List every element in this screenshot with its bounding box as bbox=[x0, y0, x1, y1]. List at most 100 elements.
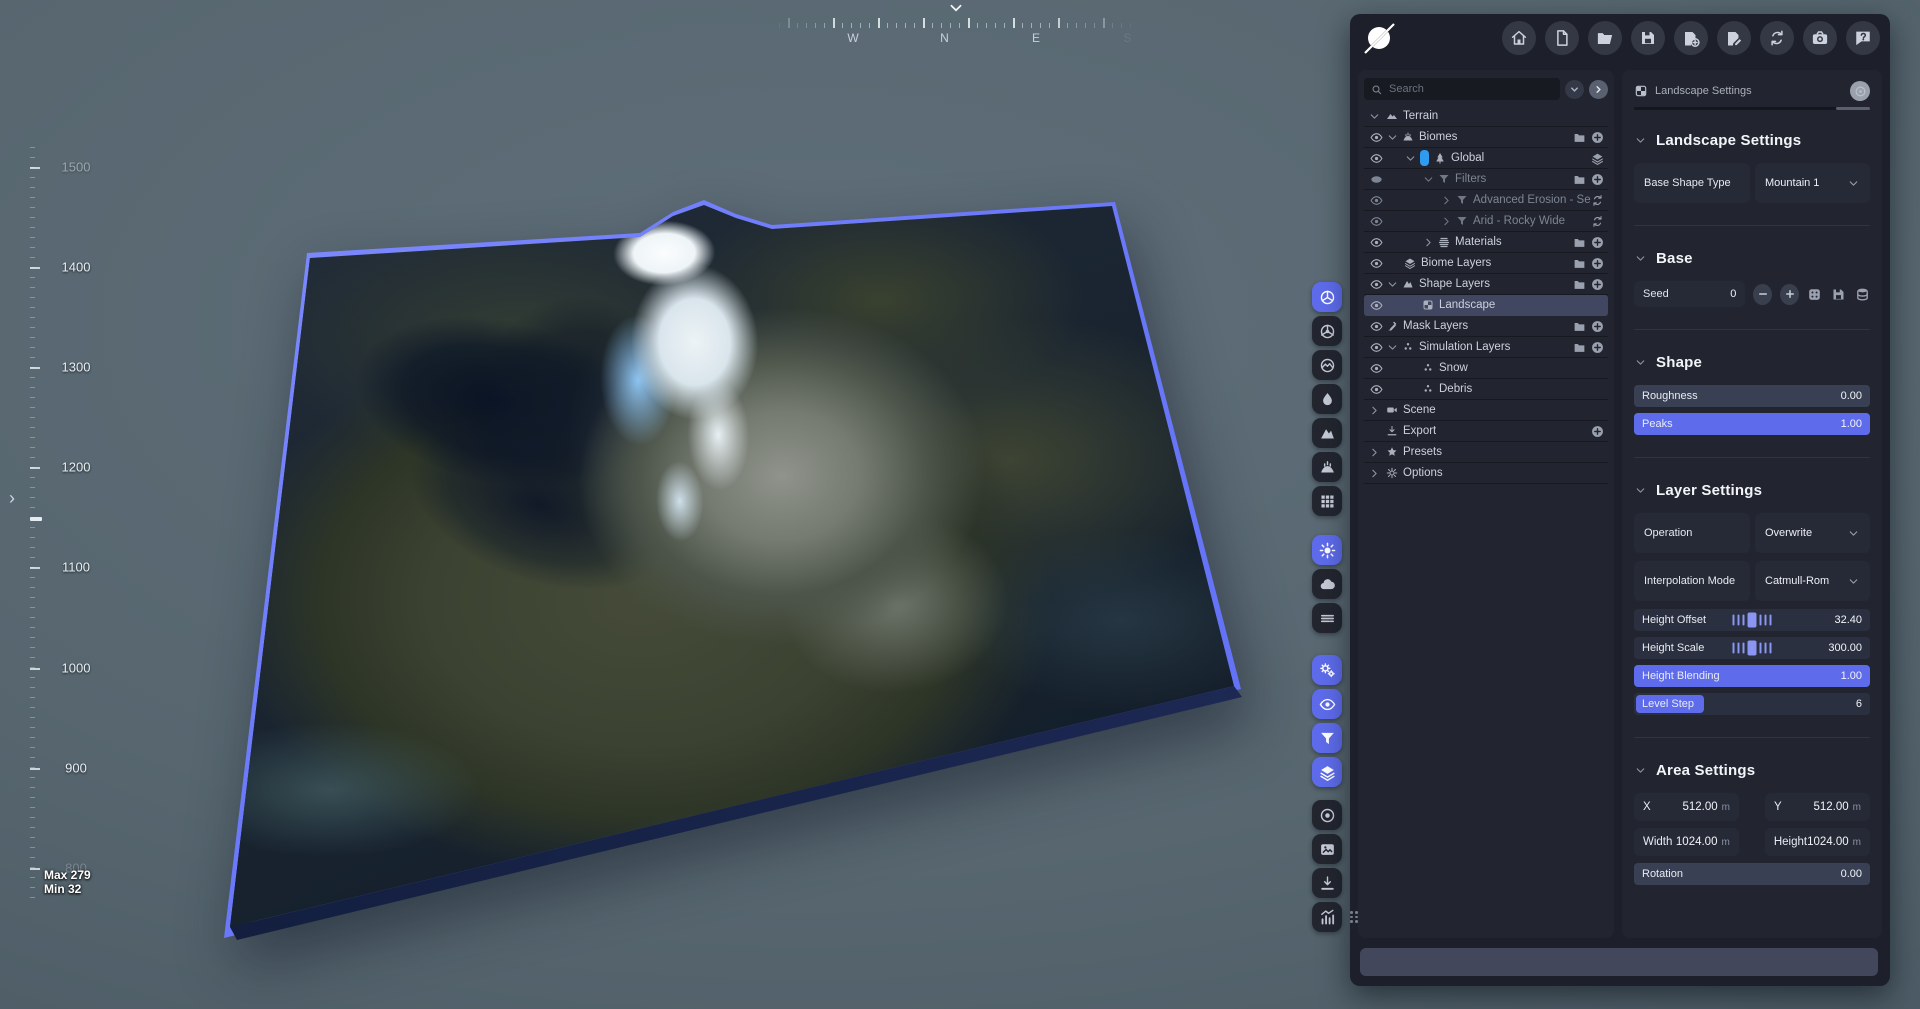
tree-item-arid-rocky-wide[interactable]: Arid - Rocky Wide bbox=[1364, 211, 1608, 232]
open-folder-button[interactable] bbox=[1588, 21, 1622, 55]
new-file-button[interactable] bbox=[1545, 21, 1579, 55]
folder-icon[interactable] bbox=[1573, 320, 1586, 333]
tree-item-biomes[interactable]: Biomes bbox=[1364, 127, 1608, 148]
expand-chevron-right-icon[interactable] bbox=[1368, 446, 1381, 459]
mountain-button[interactable] bbox=[1312, 418, 1342, 448]
panel-resize-handle[interactable] bbox=[1350, 903, 1358, 931]
visibility-eye-icon[interactable] bbox=[1370, 341, 1383, 354]
section-header[interactable]: Base bbox=[1634, 250, 1870, 267]
download-button[interactable] bbox=[1312, 868, 1342, 898]
sync-icon[interactable] bbox=[1591, 194, 1604, 207]
tree-item-terrain[interactable]: Terrain bbox=[1364, 106, 1608, 127]
visibility-eye-icon[interactable] bbox=[1370, 236, 1383, 249]
cloud-button[interactable] bbox=[1312, 569, 1342, 599]
seed-input[interactable]: Seed0 bbox=[1634, 281, 1745, 307]
photo-button[interactable] bbox=[1312, 834, 1342, 864]
folder-icon[interactable] bbox=[1573, 341, 1586, 354]
dice-icon[interactable] bbox=[1807, 287, 1822, 302]
help-button[interactable] bbox=[1846, 21, 1880, 55]
section-header[interactable]: Landscape Settings bbox=[1634, 132, 1870, 149]
fog-button[interactable] bbox=[1312, 603, 1342, 633]
chevron-down-icon[interactable] bbox=[1386, 131, 1399, 144]
tree-item-global[interactable]: Global bbox=[1364, 148, 1608, 169]
tree-item-materials[interactable]: Materials bbox=[1364, 232, 1608, 253]
sidebar-expand-arrow[interactable]: › bbox=[9, 489, 15, 507]
slider-roughness[interactable]: Roughness0.00 bbox=[1634, 385, 1870, 407]
tree-item-snow[interactable]: Snow bbox=[1364, 358, 1608, 379]
tree-item-scene[interactable]: Scene bbox=[1364, 400, 1608, 421]
visibility-eye-icon[interactable] bbox=[1370, 215, 1383, 228]
plus-circle-icon[interactable] bbox=[1591, 173, 1604, 186]
sync-button[interactable] bbox=[1760, 21, 1794, 55]
visibility-eye-icon[interactable] bbox=[1370, 278, 1383, 291]
number-field-x[interactable]: X512.00m bbox=[1634, 793, 1739, 821]
folder-icon[interactable] bbox=[1573, 236, 1586, 249]
visibility-eye-icon[interactable] bbox=[1370, 320, 1383, 333]
island-button[interactable] bbox=[1312, 452, 1342, 482]
expand-chevron-down-icon[interactable] bbox=[1368, 110, 1381, 123]
horizon-circle-button[interactable] bbox=[1312, 350, 1342, 380]
plus-circle-icon[interactable] bbox=[1591, 320, 1604, 333]
number-field-height[interactable]: Height1024.00m bbox=[1765, 828, 1870, 856]
visibility-eye-icon[interactable] bbox=[1370, 152, 1383, 165]
expand-chevron-right-icon[interactable] bbox=[1368, 467, 1381, 480]
navball-button[interactable] bbox=[1312, 282, 1342, 312]
tree-item-presets[interactable]: Presets bbox=[1364, 442, 1608, 463]
chevron-down-icon[interactable] bbox=[1422, 173, 1435, 186]
panel-collapse-button[interactable] bbox=[1589, 80, 1608, 99]
folder-icon[interactable] bbox=[1573, 131, 1586, 144]
chevron-right-icon[interactable] bbox=[1440, 215, 1453, 228]
camera-button[interactable] bbox=[1803, 21, 1837, 55]
visibility-eye-icon[interactable] bbox=[1370, 299, 1383, 312]
funnel-button[interactable] bbox=[1312, 723, 1342, 753]
chevron-down-icon[interactable] bbox=[1386, 278, 1399, 291]
slider-rotation[interactable]: Rotation0.00 bbox=[1634, 863, 1870, 885]
tree-item-biome-layers[interactable]: Biome Layers bbox=[1364, 253, 1608, 274]
section-header[interactable]: Layer Settings bbox=[1634, 482, 1870, 499]
plus-circle-icon[interactable] bbox=[1591, 425, 1604, 438]
save-edit-button[interactable] bbox=[1717, 21, 1751, 55]
collapse-all-button[interactable] bbox=[1565, 80, 1584, 99]
sync-icon[interactable] bbox=[1591, 215, 1604, 228]
database-icon[interactable] bbox=[1855, 287, 1870, 302]
folder-icon[interactable] bbox=[1573, 278, 1586, 291]
settings-options-button[interactable] bbox=[1850, 81, 1870, 101]
dropdown-operation[interactable]: Overwrite bbox=[1755, 513, 1870, 553]
search-box[interactable] bbox=[1364, 78, 1560, 100]
slider-height-scale[interactable]: Height Scale300.00 bbox=[1634, 637, 1870, 659]
visibility-eye-icon[interactable] bbox=[1370, 383, 1383, 396]
save-plus-button[interactable] bbox=[1674, 21, 1708, 55]
tree-item-shape-layers[interactable]: Shape Layers bbox=[1364, 274, 1608, 295]
visibility-eye-icon[interactable] bbox=[1370, 257, 1383, 270]
tree-item-debris[interactable]: Debris bbox=[1364, 379, 1608, 400]
sun-button[interactable] bbox=[1312, 535, 1342, 565]
number-field-y[interactable]: Y512.00m bbox=[1765, 793, 1870, 821]
expand-chevron-right-icon[interactable] bbox=[1368, 404, 1381, 417]
visibility-eye-icon[interactable] bbox=[1370, 194, 1383, 207]
settings-scrollbar[interactable] bbox=[1634, 107, 1870, 110]
slider-peaks[interactable]: Peaks1.00 bbox=[1634, 413, 1870, 435]
layers-button[interactable] bbox=[1312, 757, 1342, 787]
visibility-eye-icon[interactable] bbox=[1370, 173, 1383, 186]
slider-level-step[interactable]: Level Step6 bbox=[1634, 693, 1870, 715]
tree-item-export[interactable]: Export bbox=[1364, 421, 1608, 442]
compass-ruler[interactable]: WNES bbox=[770, 4, 1142, 48]
number-field-width[interactable]: Width1024.00m bbox=[1634, 828, 1739, 856]
plus-circle-icon[interactable] bbox=[1591, 278, 1604, 291]
dropdown-interpolation-mode[interactable]: Catmull-Rom bbox=[1755, 561, 1870, 601]
chevron-down-icon[interactable] bbox=[1404, 152, 1417, 165]
tree-item-filters[interactable]: Filters bbox=[1364, 169, 1608, 190]
slider-height-blending[interactable]: Height Blending1.00 bbox=[1634, 665, 1870, 687]
save-button[interactable] bbox=[1631, 21, 1665, 55]
section-header[interactable]: Shape bbox=[1634, 354, 1870, 371]
dropdown-base-shape-type[interactable]: Mountain 1 bbox=[1755, 163, 1870, 203]
record-button[interactable] bbox=[1312, 800, 1342, 830]
grid-button[interactable] bbox=[1312, 486, 1342, 516]
chevron-down-icon[interactable] bbox=[1386, 341, 1399, 354]
folder-icon[interactable] bbox=[1573, 173, 1586, 186]
chevron-right-icon[interactable] bbox=[1440, 194, 1453, 207]
folder-icon[interactable] bbox=[1573, 257, 1586, 270]
layers-icon[interactable] bbox=[1591, 152, 1604, 165]
slider-height-offset[interactable]: Height Offset32.40 bbox=[1634, 609, 1870, 631]
gears-button[interactable] bbox=[1312, 655, 1342, 685]
